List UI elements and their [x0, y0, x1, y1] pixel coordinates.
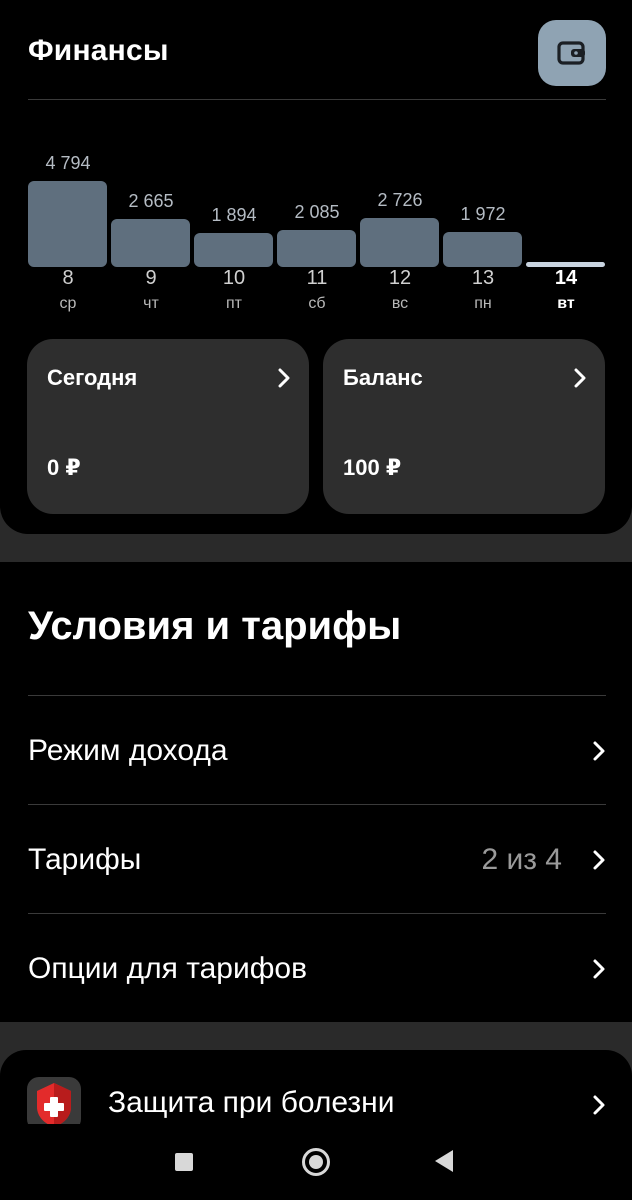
bar-value-label: 2 726	[377, 190, 423, 211]
bar-column-13[interactable]: 1 972 13 пн	[443, 100, 523, 330]
day-name: пн	[474, 295, 492, 312]
row-label: Опции для тарифов	[28, 952, 308, 985]
bar	[277, 229, 356, 267]
chevron-right-icon	[278, 368, 290, 388]
row-tariffs[interactable]: Тарифы 2 из 4	[28, 804, 606, 914]
finance-title: Финансы	[28, 34, 169, 67]
bar-value-label: 2 085	[294, 201, 340, 222]
row-label: Режим дохода	[28, 734, 228, 767]
today-label: Сегодня	[47, 365, 138, 390]
bar-column-8[interactable]: 4 794 8 ср	[28, 100, 108, 330]
bar-value-label: 1 894	[211, 205, 257, 226]
day-name: вт	[557, 295, 575, 312]
today-card[interactable]: Сегодня 0 ₽	[27, 339, 309, 514]
day-name: чт	[143, 295, 159, 312]
bar-column-12[interactable]: 2 726 12 вс	[360, 100, 440, 330]
row-tariff-options[interactable]: Опции для тарифов	[28, 913, 606, 1023]
bar-value-label: 1 972	[460, 203, 506, 224]
bar	[194, 233, 273, 267]
day-name: пт	[226, 295, 242, 312]
wallet-icon	[557, 41, 585, 65]
day-number: 10	[222, 267, 246, 289]
chevron-right-icon	[593, 959, 605, 979]
recent-apps-button[interactable]	[175, 1153, 193, 1171]
terms-section: Условия и тарифы Режим дохода Тарифы 2 и…	[0, 562, 632, 1022]
wallet-button[interactable]	[538, 20, 606, 86]
today-value: 0 ₽	[47, 455, 81, 480]
bar	[360, 218, 439, 267]
medical-shield-icon	[27, 1077, 81, 1131]
day-name: ср	[59, 295, 77, 312]
day-number: 9	[145, 267, 157, 289]
bar-column-9[interactable]: 2 665 9 чт	[111, 100, 191, 330]
bar	[28, 181, 107, 267]
balance-value: 100 ₽	[343, 455, 402, 480]
day-number: 11	[306, 267, 328, 289]
day-name: сб	[308, 295, 326, 312]
bar-column-14[interactable]: 14 вт	[526, 100, 606, 330]
back-button[interactable]	[435, 1150, 453, 1172]
day-number: 13	[471, 267, 495, 289]
bar-value-label: 4 794	[45, 153, 91, 173]
balance-card[interactable]: Баланс 100 ₽	[323, 339, 605, 514]
bar	[111, 219, 190, 267]
bar-column-10[interactable]: 1 894 10 пт	[194, 100, 274, 330]
chevron-right-icon	[574, 368, 586, 388]
day-number: 12	[388, 267, 412, 289]
day-number: 14	[554, 267, 578, 289]
chevron-right-icon	[593, 850, 605, 870]
tariffs-count: 2 из 4	[481, 843, 562, 876]
chevron-right-icon	[593, 1095, 605, 1115]
home-button[interactable]	[302, 1148, 330, 1176]
illness-label: Защита при болезни	[108, 1086, 395, 1119]
row-income-mode[interactable]: Режим дохода	[28, 695, 606, 805]
system-navbar	[0, 1124, 632, 1200]
earnings-chart: 4 794 8 ср 2 665 9 чт 1 894 10 пт 2 085 11 сб 2 726 1…	[0, 100, 632, 330]
bar	[443, 231, 522, 267]
bar-column-11[interactable]: 2 085 11 сб	[277, 100, 357, 330]
chevron-right-icon	[593, 741, 605, 761]
bar-value-label: 2 665	[128, 191, 174, 212]
row-label: Тарифы	[28, 843, 142, 876]
day-name: вс	[391, 295, 409, 312]
day-number: 8	[62, 267, 74, 289]
terms-title: Условия и тарифы	[28, 604, 402, 648]
balance-label: Баланс	[343, 365, 423, 390]
finance-card: Финансы 4 794 8 ср 2 665 9 чт 1 894 10 пт 2 085 11…	[0, 0, 632, 534]
